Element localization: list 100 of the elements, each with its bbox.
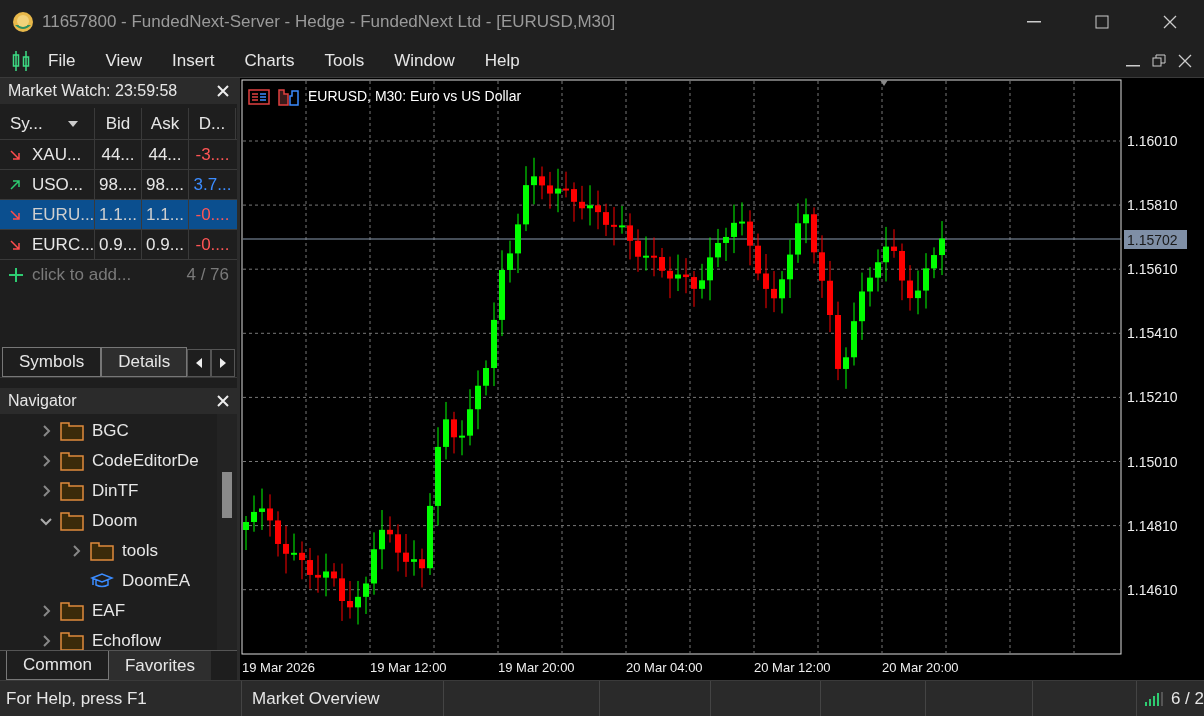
chevron-right-icon[interactable]	[70, 545, 82, 557]
right-arrow-icon	[220, 358, 227, 368]
list-icon[interactable]	[248, 88, 270, 105]
time-label: 19 Mar 12:00	[370, 660, 447, 675]
candle	[795, 202, 801, 264]
candle	[323, 553, 329, 597]
price-label: 1.15610	[1127, 261, 1178, 278]
chevron-right-icon[interactable]	[40, 455, 52, 467]
column-header[interactable]: Bid	[95, 108, 142, 139]
candle	[899, 243, 905, 301]
down-arrow-icon	[10, 239, 20, 250]
menu-item[interactable]: Charts	[244, 47, 295, 74]
panel-title: Market Watch: 23:59:58	[8, 81, 178, 101]
candle	[707, 237, 713, 301]
candle	[867, 266, 873, 307]
table-cell-text: -3....	[194, 144, 231, 166]
menu-item[interactable]: View	[105, 47, 142, 74]
table-cell: 44...	[95, 140, 142, 169]
sort-caret-icon	[68, 120, 78, 127]
symbol-name: XAU...	[32, 143, 82, 166]
chevron-right-icon[interactable]	[40, 425, 52, 437]
menu-item[interactable]: Help	[484, 47, 520, 74]
tree-item[interactable]: BGC	[92, 418, 129, 444]
candle	[243, 515, 249, 551]
symbol-row[interactable]: EURU... 1.1... 1.1... -0....	[0, 200, 237, 230]
candle	[747, 209, 753, 266]
candle	[787, 239, 793, 299]
candle	[819, 234, 825, 299]
menu-item[interactable]: File	[48, 47, 76, 74]
candle	[291, 533, 297, 562]
menu-item[interactable]: Insert	[171, 47, 215, 74]
folder-icon	[60, 421, 84, 441]
tree-item[interactable]: EAF	[92, 598, 126, 624]
chevron-right-icon[interactable]	[40, 485, 52, 497]
symbol-name: USO...	[32, 173, 83, 196]
tree-item[interactable]: tools	[122, 538, 158, 564]
add-symbol-hint[interactable]: click to add...	[32, 262, 132, 288]
candle	[627, 212, 633, 260]
menu-item[interactable]: Tools	[324, 47, 365, 74]
candle	[811, 206, 817, 264]
menu-item[interactable]: Window	[394, 47, 455, 74]
boxes-icon[interactable]	[278, 87, 300, 106]
candle	[259, 488, 265, 531]
price-label: 1.15410	[1127, 325, 1178, 342]
chevron-right-icon[interactable]	[40, 605, 52, 617]
restore-icon[interactable]	[1152, 53, 1166, 68]
table-cell: 98....	[95, 170, 142, 199]
candle	[923, 252, 929, 310]
candle	[483, 359, 489, 396]
tree-item[interactable]: Doom	[92, 508, 138, 534]
scroll-right-button[interactable]	[211, 349, 235, 377]
candlestick-icon	[12, 49, 30, 72]
plus-icon[interactable]	[8, 267, 24, 283]
tree-item[interactable]: DoomEA	[122, 568, 191, 594]
panel-tab[interactable]: Common	[6, 651, 109, 680]
column-header[interactable]: D...	[189, 108, 236, 139]
candle	[531, 157, 537, 205]
connection-status: 6 / 2	[1170, 687, 1204, 710]
folder-icon	[60, 601, 84, 621]
graduation-cap-icon	[90, 572, 114, 590]
candle	[763, 253, 769, 309]
column-header[interactable]: Sy...	[0, 108, 95, 139]
chevron-right-icon[interactable]	[40, 635, 52, 647]
chevron-down-icon[interactable]	[40, 515, 52, 527]
panel-tab[interactable]: Favorites	[108, 651, 211, 680]
scroll-left-button[interactable]	[187, 349, 212, 377]
table-cell: 0.9...	[95, 230, 142, 259]
table-cell: 1.1...	[95, 200, 142, 229]
tree-item[interactable]: CodeEditorDe	[92, 448, 199, 474]
candle	[299, 540, 305, 580]
shift-marker-icon[interactable]	[880, 80, 888, 86]
column-header[interactable]: Ask	[142, 108, 189, 139]
candle	[915, 270, 921, 315]
close-icon[interactable]	[1178, 53, 1192, 68]
candle	[907, 264, 913, 312]
candle	[419, 548, 425, 588]
symbol-row[interactable]: XAU... 44... 44... -3....	[0, 140, 237, 170]
candle	[779, 270, 785, 314]
candle	[675, 254, 681, 292]
table-cell-text: -0....	[194, 204, 231, 226]
candle	[515, 213, 521, 274]
status-section: Market Overview	[241, 681, 443, 716]
time-label: 20 Mar 20:00	[882, 660, 959, 675]
candle	[563, 171, 569, 198]
candle	[267, 493, 273, 538]
candle	[691, 270, 697, 308]
table-cell: 1.1...	[142, 200, 189, 229]
symbol-row[interactable]: EURC... 0.9... 0.9... -0....	[0, 230, 237, 260]
candle	[283, 525, 289, 574]
table-cell: 44...	[142, 140, 189, 169]
left-arrow-icon	[196, 358, 203, 368]
panel-tab[interactable]: Details	[101, 347, 188, 377]
tree-item[interactable]: Echoflow	[92, 628, 161, 650]
tree-item[interactable]: DinTF	[92, 478, 139, 504]
candle	[467, 388, 473, 446]
panel-tab[interactable]: Symbols	[2, 347, 102, 377]
up-arrow-icon	[10, 179, 20, 190]
down-arrow-icon	[10, 209, 20, 220]
scrollbar-thumb[interactable]	[222, 472, 232, 518]
time-label: 19 Mar 20:00	[498, 660, 575, 675]
